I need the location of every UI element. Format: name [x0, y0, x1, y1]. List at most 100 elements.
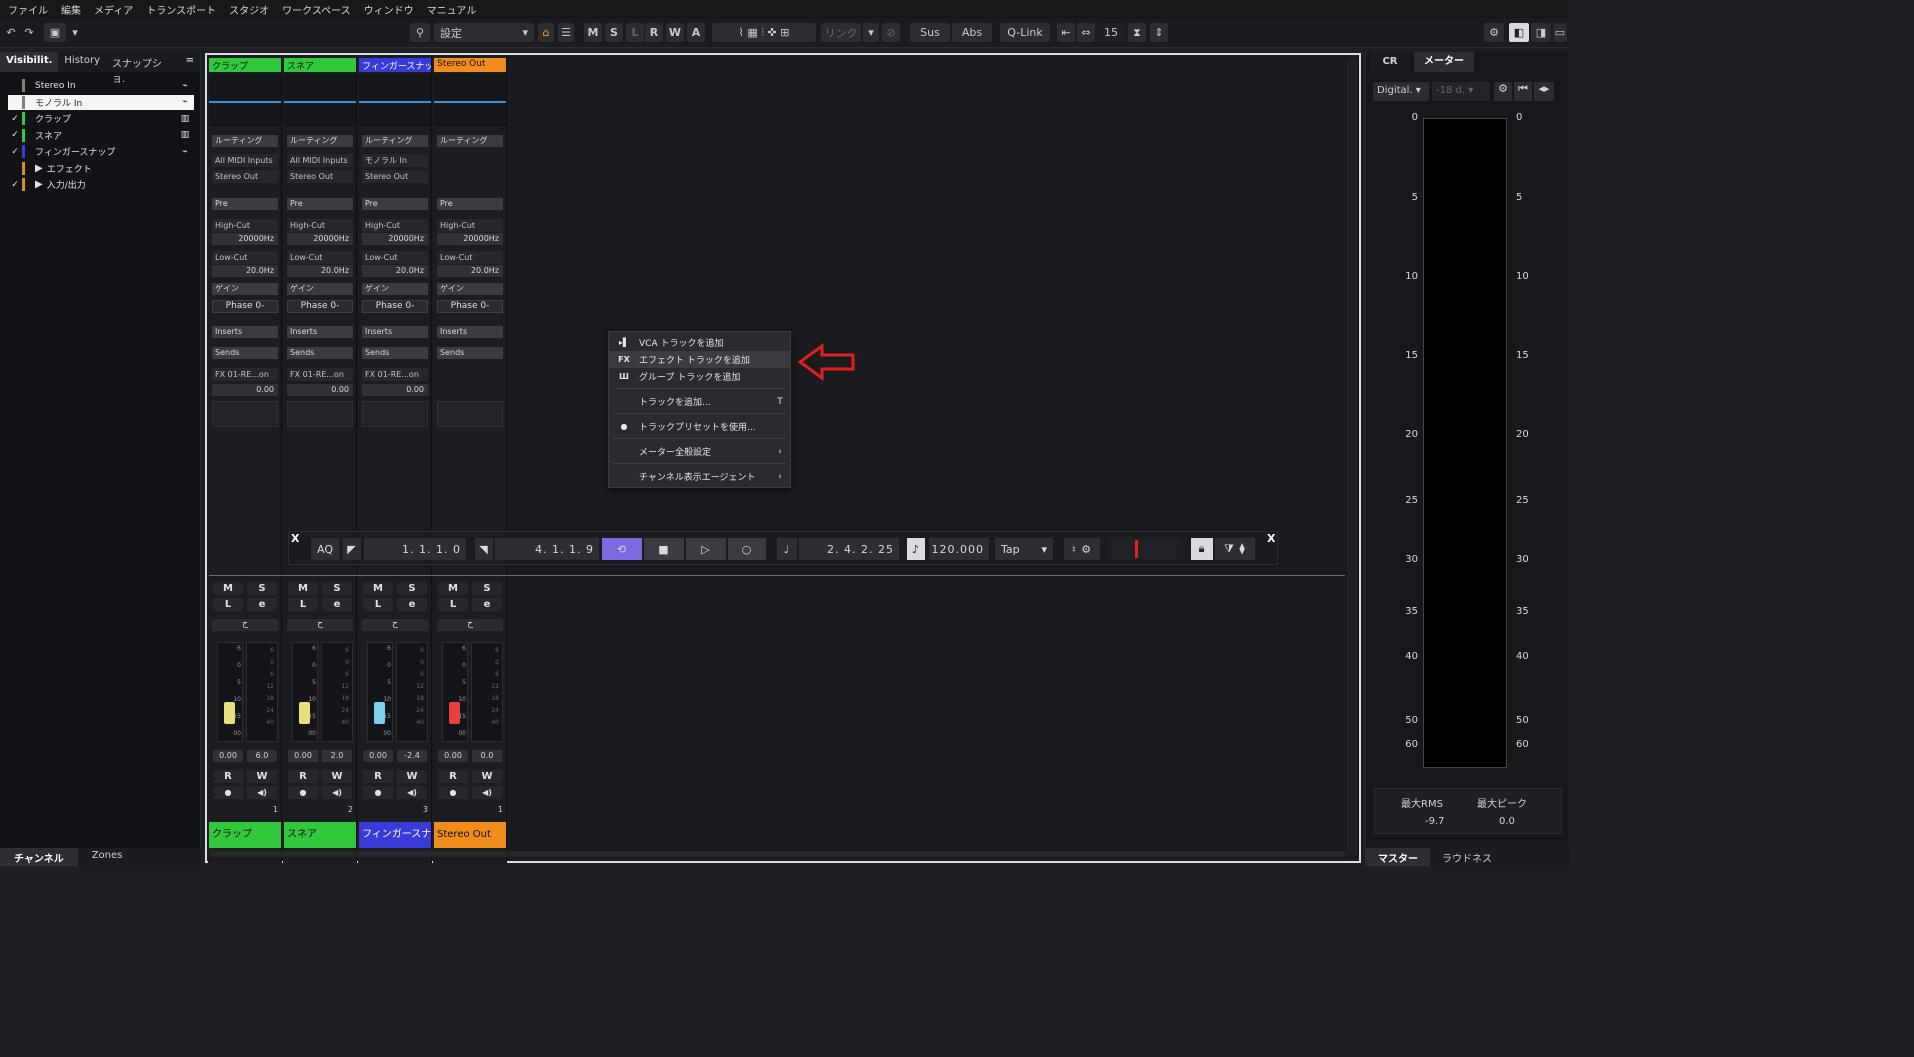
channel-name-top[interactable]: フィンガースナップ: [359, 58, 431, 72]
sends-header[interactable]: Sends: [287, 347, 353, 359]
menu-item[interactable]: スタジオ: [225, 2, 278, 17]
highcut-value[interactable]: 20000Hz: [212, 233, 278, 245]
inserts-header[interactable]: Inserts: [437, 326, 503, 338]
lowcut-label[interactable]: Low-Cut: [362, 251, 428, 264]
visibility-check[interactable]: ✓: [8, 114, 22, 124]
output-routing[interactable]: Stereo Out: [362, 170, 428, 183]
inserts-header[interactable]: Inserts: [212, 326, 278, 338]
undo-icon[interactable]: ↶: [4, 23, 18, 42]
phase-button[interactable]: Phase 0-: [287, 300, 353, 313]
visibility-check[interactable]: ✓: [8, 180, 22, 190]
channel-name-top[interactable]: スネア: [284, 58, 356, 72]
track-row[interactable]: ✓ ▶ 入力/出力: [8, 177, 194, 192]
channel-name-top[interactable]: クラップ: [209, 58, 281, 72]
lowcut-label[interactable]: Low-Cut: [212, 251, 278, 264]
highcut-label[interactable]: High-Cut: [362, 219, 428, 232]
metronome-icon[interactable]: ♮ ⚙: [1064, 538, 1100, 560]
record-enable-icon[interactable]: ●: [213, 786, 243, 799]
input-routing[interactable]: モノラル In: [362, 154, 428, 167]
mute-button[interactable]: M: [288, 582, 318, 595]
note-icon[interactable]: ♩: [777, 538, 797, 560]
listen-button[interactable]: L: [363, 598, 393, 611]
send-slot[interactable]: FX 01-RE...on: [212, 368, 278, 381]
track-row[interactable]: Stereo In ⌁: [8, 78, 194, 93]
bottom-tab-0[interactable]: チャンネル: [0, 848, 78, 866]
listen-button[interactable]: L: [288, 598, 318, 611]
track-row[interactable]: ✓ クラップ ▥: [8, 111, 194, 126]
phase-button[interactable]: Phase 0-: [212, 300, 278, 313]
marker-icons[interactable]: ⧩ ⧫: [1215, 538, 1255, 560]
function-icons[interactable]: ⌇ ▦ ⫶ ✜ ⊞: [712, 23, 816, 42]
pan-control[interactable]: ح: [362, 619, 428, 631]
aq-button[interactable]: AQ: [311, 538, 339, 560]
sends-header[interactable]: Sends: [362, 347, 428, 359]
scrollbar[interactable]: [1347, 59, 1357, 855]
tab-0[interactable]: Visibilit.: [0, 52, 59, 72]
write-button[interactable]: W: [397, 770, 427, 783]
tempo-field[interactable]: 120.000: [929, 538, 989, 560]
highcut-value[interactable]: 20000Hz: [287, 233, 353, 245]
record-enable-icon[interactable]: ●: [288, 786, 318, 799]
position-field[interactable]: 2. 4. 2. 25: [799, 538, 899, 560]
channel-name-bottom[interactable]: スネア: [284, 822, 356, 848]
expand-triangle-icon[interactable]: ▶: [35, 179, 43, 190]
expand-icon[interactable]: ◂▸: [1534, 82, 1554, 101]
sends-header[interactable]: Sends: [437, 347, 503, 359]
redo-icon[interactable]: ↷: [22, 23, 36, 42]
toolbar-l-button[interactable]: L: [626, 23, 644, 42]
left-locator-icon[interactable]: ◤: [343, 538, 361, 560]
solo-button[interactable]: S: [322, 582, 352, 595]
volume-fader[interactable]: 6 0 5 10 15 00: [217, 642, 243, 742]
digital-select[interactable]: Digital. ▾: [1373, 82, 1429, 101]
layout-left-icon[interactable]: ◧: [1509, 23, 1529, 42]
menu-item[interactable]: メディア: [90, 2, 142, 17]
channel-name-bottom[interactable]: クラップ: [209, 822, 281, 848]
phase-button[interactable]: Phase 0-: [437, 300, 503, 313]
track-row[interactable]: ▶ エフェクト: [8, 161, 194, 176]
panel-menu-icon[interactable]: =: [180, 52, 200, 72]
peak-value[interactable]: 0.0: [472, 750, 502, 762]
read-button[interactable]: R: [363, 770, 393, 783]
monitor-icon[interactable]: ◀): [322, 786, 352, 799]
lowcut-value[interactable]: 20.0Hz: [212, 265, 278, 277]
preset-select[interactable]: 設定 ▾: [434, 23, 534, 42]
right-locator-field[interactable]: 4. 1. 1. 9: [495, 538, 599, 560]
phase-button[interactable]: Phase 0-: [362, 300, 428, 313]
toolbar-m-button[interactable]: M: [584, 23, 602, 42]
record-button[interactable]: ○: [728, 538, 766, 560]
lowcut-value[interactable]: 20.0Hz: [287, 265, 353, 277]
toolbar-s-button[interactable]: S: [605, 23, 623, 42]
send-level[interactable]: 0.00: [287, 384, 353, 396]
context-menu-item[interactable]: メーター全般設定 ›: [609, 443, 790, 460]
tab-loudness[interactable]: ラウドネス: [1430, 848, 1504, 866]
pan-control[interactable]: ح: [437, 619, 503, 631]
input-routing[interactable]: All MIDI Inputs: [212, 154, 278, 167]
gear-icon[interactable]: ⚙: [1494, 82, 1512, 101]
peak-value[interactable]: -2.4: [397, 750, 427, 762]
monitor-icon[interactable]: ◀): [472, 786, 502, 799]
input-routing[interactable]: All MIDI Inputs: [287, 154, 353, 167]
unlink-icon[interactable]: ⊘: [882, 23, 900, 42]
stop-button[interactable]: ■: [644, 538, 684, 560]
routing-header[interactable]: ルーティング: [437, 135, 503, 147]
layout-right-icon[interactable]: ◨: [1531, 23, 1551, 42]
toolbar-a-button[interactable]: A: [687, 23, 705, 42]
cycle-button[interactable]: ⟲: [602, 538, 642, 560]
gear-icon[interactable]: ⚙: [1484, 23, 1504, 42]
highcut-label[interactable]: High-Cut: [437, 219, 503, 232]
output-routing[interactable]: Stereo Out: [212, 170, 278, 183]
pre-section[interactable]: Pre: [212, 198, 278, 210]
gain-slider[interactable]: ゲイン: [287, 283, 353, 295]
play-button[interactable]: ▷: [686, 538, 726, 560]
dropdown-icon[interactable]: ▾: [68, 23, 82, 42]
highcut-value[interactable]: 20000Hz: [362, 233, 428, 245]
context-menu-item[interactable]: FX エフェクト トラックを追加: [609, 351, 790, 368]
channel-name-bottom[interactable]: Stereo Out: [434, 822, 506, 848]
volume-value[interactable]: 0.00: [363, 750, 393, 762]
mute-button[interactable]: M: [363, 582, 393, 595]
layout-full-icon[interactable]: ▭: [1553, 23, 1567, 42]
lowcut-value[interactable]: 20.0Hz: [437, 265, 503, 277]
volume-value[interactable]: 0.00: [438, 750, 468, 762]
monitor-icon[interactable]: ◀): [397, 786, 427, 799]
pre-section[interactable]: Pre: [437, 198, 503, 210]
